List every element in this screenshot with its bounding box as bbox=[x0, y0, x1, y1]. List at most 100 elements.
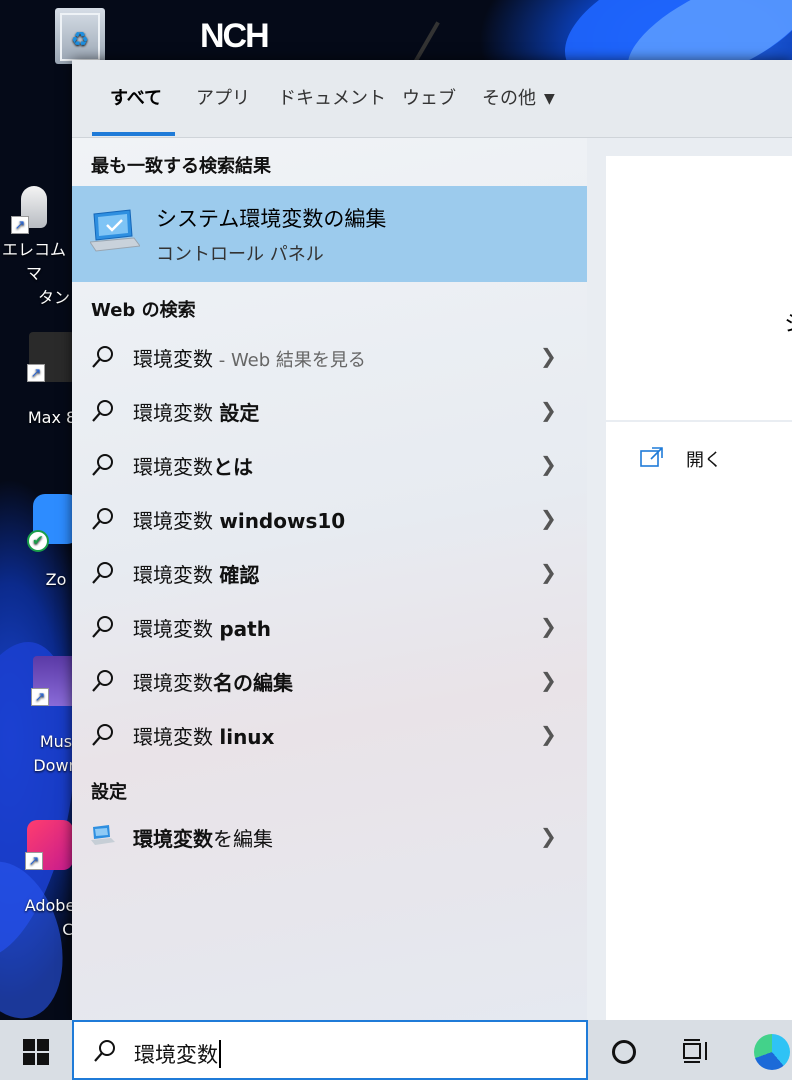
web-suggestion-text: 環境変数 path bbox=[133, 613, 271, 642]
web-suggestion-row[interactable]: 環境変数 path ❯ bbox=[72, 600, 587, 654]
best-match-subtitle: コントロール パネル bbox=[156, 244, 324, 265]
shortcut-arrow-icon: ↗ bbox=[11, 216, 29, 234]
chevron-right-icon[interactable]: ❯ bbox=[540, 614, 557, 638]
active-tab-indicator bbox=[92, 132, 175, 136]
search-icon bbox=[94, 1040, 115, 1062]
suggestion-query: 環境変数 bbox=[133, 725, 220, 749]
web-suggestion-text: 環境変数 確認 bbox=[133, 559, 259, 588]
preview-pane: シ 開く bbox=[606, 156, 792, 1020]
settings-result-row[interactable]: 環境変数を編集 ❯ bbox=[72, 810, 587, 864]
check-badge-icon: ✔ bbox=[27, 530, 49, 552]
search-icon bbox=[92, 454, 113, 476]
web-suggestion-text: 環境変数 - Web 結果を見る bbox=[133, 343, 366, 372]
control-panel-small-icon bbox=[91, 825, 115, 845]
suggestion-completion: とは bbox=[213, 455, 253, 479]
search-panel: すべて アプリ ドキュメント ウェブ その他 ▼ 最も一致する検索結果 システム環… bbox=[72, 60, 792, 1020]
web-suggestion-text: 環境変数 linux bbox=[133, 721, 274, 750]
suggestion-query: 環境変数 bbox=[133, 671, 213, 695]
desktop-icon-label: エレコム マ bbox=[1, 240, 66, 283]
search-tabs: すべて アプリ ドキュメント ウェブ その他 ▼ bbox=[72, 60, 792, 138]
nch-logo: NCH bbox=[200, 18, 270, 54]
suggestion-query: 環境変数 bbox=[133, 509, 220, 533]
web-search-heading: Web の検索 bbox=[91, 300, 196, 321]
web-suggestion-row[interactable]: 環境変数名の編集 ❯ bbox=[72, 654, 587, 708]
search-icon bbox=[92, 562, 113, 584]
chevron-right-icon[interactable]: ❯ bbox=[540, 824, 557, 848]
chevron-down-icon: ▼ bbox=[544, 91, 555, 107]
shortcut-arrow-icon: ↗ bbox=[27, 364, 45, 382]
best-match-result[interactable]: システム環境変数の編集 コントロール パネル bbox=[72, 186, 587, 282]
search-input-value: 環境変数 bbox=[134, 1043, 218, 1067]
adobe-creative-cloud-icon: ↗ bbox=[25, 820, 73, 870]
web-suggestion-row[interactable]: 環境変数 windows10 ❯ bbox=[72, 492, 587, 546]
max8-icon: ↗ bbox=[27, 332, 75, 382]
chevron-right-icon[interactable]: ❯ bbox=[540, 344, 557, 368]
best-match-title: システム環境変数の編集 bbox=[156, 207, 387, 231]
tab-more[interactable]: その他 ▼ bbox=[482, 86, 555, 112]
control-panel-monitor-icon bbox=[89, 208, 141, 252]
suggestion-query: 環境変数 bbox=[133, 563, 220, 587]
tab-more-label: その他 bbox=[482, 88, 536, 109]
suggestion-hint: - Web 結果を見る bbox=[213, 350, 366, 371]
suggestion-completion: 設定 bbox=[219, 401, 260, 425]
best-match-heading: 最も一致する検索結果 bbox=[91, 156, 271, 177]
taskbar-search-box[interactable]: 環境変数 bbox=[72, 1020, 588, 1080]
nch-logo-text: NCH bbox=[200, 17, 270, 55]
task-view-icon[interactable] bbox=[682, 1038, 710, 1064]
settings-result-text: 環境変数を編集 bbox=[133, 823, 273, 852]
search-icon bbox=[92, 346, 113, 368]
tab-apps[interactable]: アプリ bbox=[196, 86, 250, 112]
chevron-right-icon[interactable]: ❯ bbox=[540, 668, 557, 692]
search-icon bbox=[92, 724, 113, 746]
search-icon bbox=[92, 616, 113, 638]
desktop-icon-elecom[interactable]: ↗ エレコム マ タン bbox=[0, 186, 74, 310]
search-icon bbox=[92, 508, 113, 530]
cortana-icon[interactable] bbox=[612, 1040, 636, 1064]
preview-header: シ bbox=[606, 156, 792, 420]
suggestion-query: 環境変数 bbox=[133, 617, 220, 641]
svg-text:♻: ♻ bbox=[71, 27, 89, 51]
suggestion-query: 環境変数 bbox=[133, 347, 213, 371]
open-action-label: 開く bbox=[686, 450, 722, 471]
settings-result-normal: を編集 bbox=[213, 827, 273, 851]
edge-browser-icon[interactable] bbox=[754, 1034, 790, 1070]
chevron-right-icon[interactable]: ❯ bbox=[540, 398, 557, 422]
chevron-right-icon[interactable]: ❯ bbox=[540, 452, 557, 476]
settings-heading: 設定 bbox=[91, 782, 127, 803]
windows-start-icon[interactable] bbox=[22, 1038, 50, 1066]
suggestion-completion: path bbox=[219, 617, 271, 641]
shortcut-arrow-icon: ↗ bbox=[31, 688, 49, 706]
search-icon bbox=[92, 670, 113, 692]
taskbar: 環境変数 bbox=[0, 1020, 792, 1080]
web-suggestion-row[interactable]: 環境変数 - Web 結果を見る ❯ bbox=[72, 330, 587, 384]
suggestion-completion: linux bbox=[219, 725, 275, 749]
cable-icon bbox=[380, 3, 440, 67]
suggestion-completion: 確認 bbox=[219, 563, 260, 587]
tab-documents[interactable]: ドキュメント bbox=[278, 86, 386, 112]
web-suggestion-row[interactable]: 環境変数とは ❯ bbox=[72, 438, 587, 492]
recycle-bin-icon: ♻ bbox=[55, 8, 105, 64]
chevron-right-icon[interactable]: ❯ bbox=[540, 560, 557, 584]
text-caret bbox=[219, 1040, 221, 1068]
search-icon bbox=[92, 400, 113, 422]
open-action[interactable]: 開く bbox=[640, 444, 780, 474]
tab-web[interactable]: ウェブ bbox=[402, 86, 456, 112]
search-input[interactable]: 環境変数 bbox=[134, 1039, 221, 1069]
preview-title-cut: シ bbox=[784, 306, 792, 338]
suggestion-completion: windows10 bbox=[219, 509, 346, 533]
chevron-right-icon[interactable]: ❯ bbox=[540, 506, 557, 530]
suggestion-query: 環境変数 bbox=[133, 401, 220, 425]
web-suggestion-text: 環境変数 windows10 bbox=[133, 505, 345, 534]
desktop-icon-label-line2: タン bbox=[37, 288, 70, 307]
suggestion-completion: 名の編集 bbox=[213, 671, 293, 695]
web-suggestion-row[interactable]: 環境変数 設定 ❯ bbox=[72, 384, 587, 438]
suggestion-query: 環境変数 bbox=[133, 455, 213, 479]
web-suggestion-text: 環境変数名の編集 bbox=[133, 667, 293, 696]
open-external-icon bbox=[640, 447, 663, 467]
tab-all[interactable]: すべて bbox=[110, 86, 162, 112]
web-suggestion-row[interactable]: 環境変数 確認 ❯ bbox=[72, 546, 587, 600]
web-suggestion-row[interactable]: 環境変数 linux ❯ bbox=[72, 708, 587, 762]
results-pane: 最も一致する検索結果 システム環境変数の編集 コントロール パネル Web の検… bbox=[72, 138, 587, 1020]
chevron-right-icon[interactable]: ❯ bbox=[540, 722, 557, 746]
web-suggestion-text: 環境変数とは bbox=[133, 451, 253, 480]
